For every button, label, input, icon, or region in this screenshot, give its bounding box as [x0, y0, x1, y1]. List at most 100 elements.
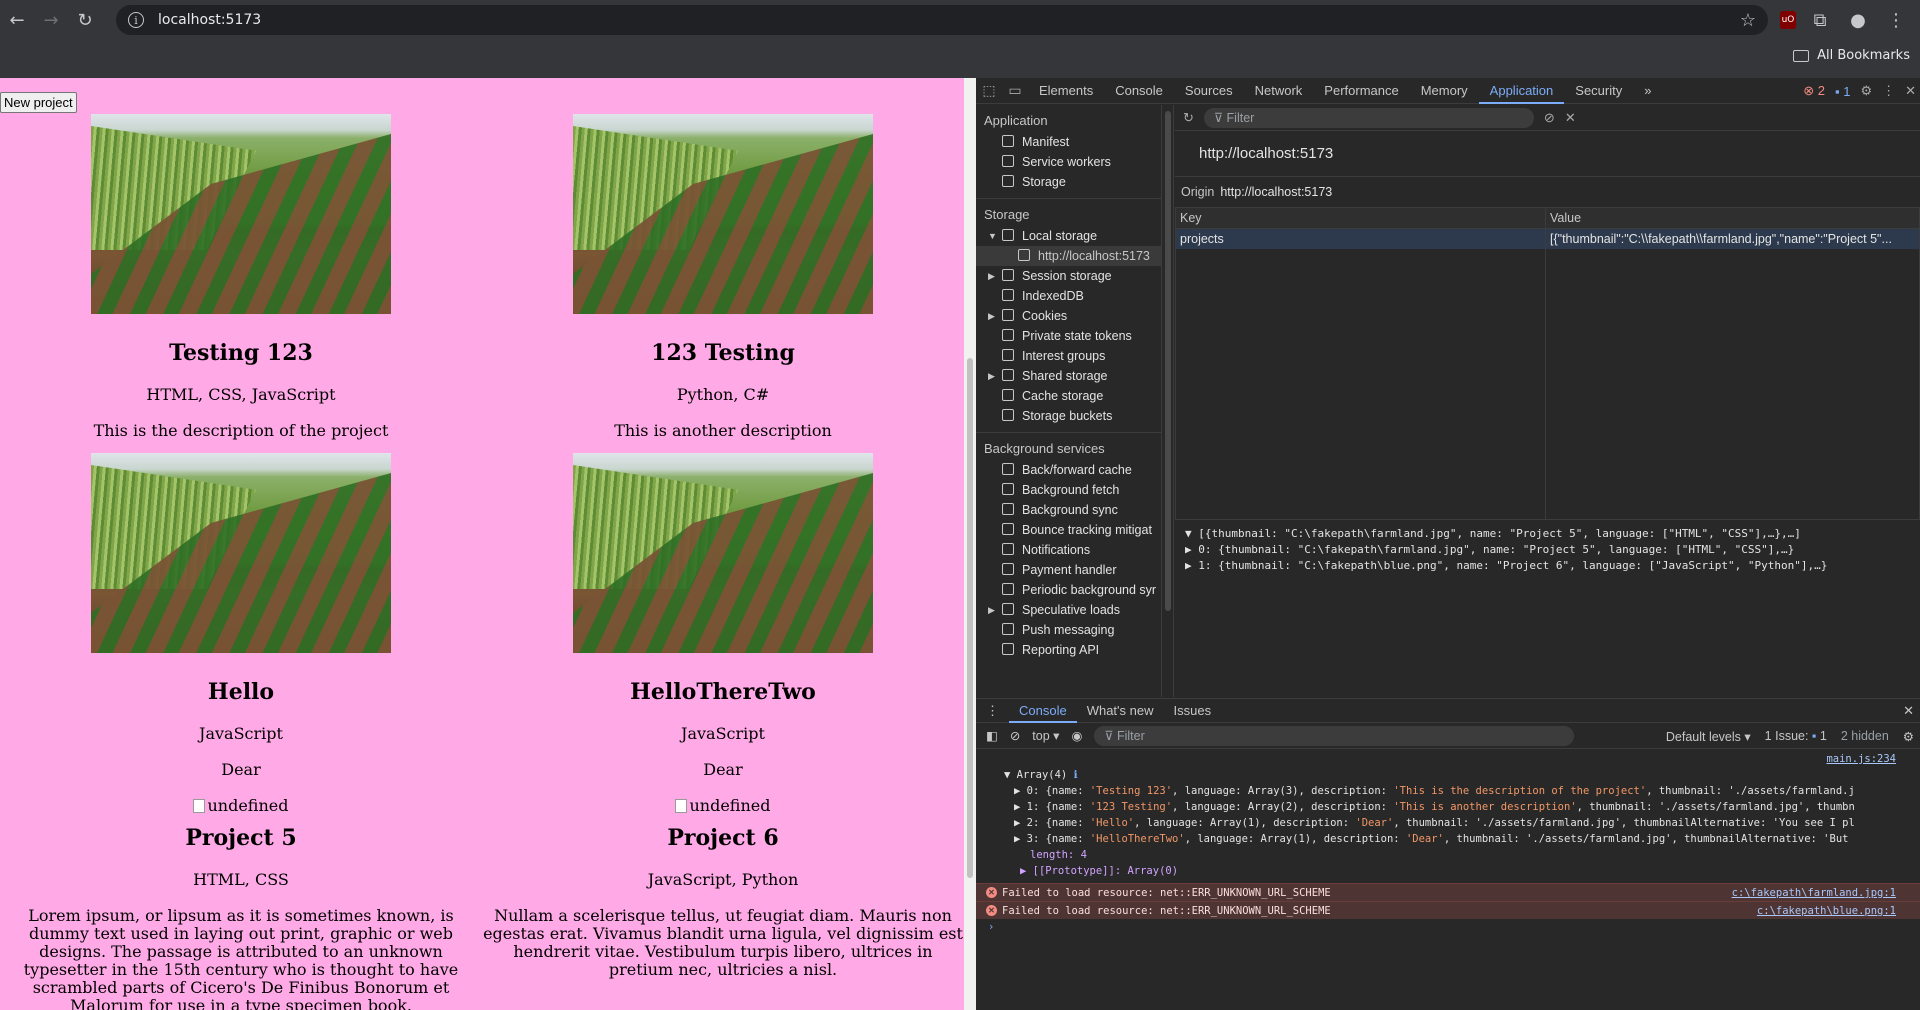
drawer-tab-console[interactable]: Console [1009, 699, 1077, 723]
table-row[interactable]: projects [{"thumbnail":"C:\\fakepath\\fa… [1175, 228, 1920, 249]
error-source-link[interactable]: c:\fakepath\farmland.jpg:1 [1732, 884, 1896, 902]
sidebar-item-private-state-tokens[interactable]: Private state tokens [976, 326, 1161, 346]
inspect-element-icon[interactable]: ⬚ [976, 82, 1002, 99]
forward-arrow-icon[interactable]: → [34, 3, 68, 37]
tab-memory[interactable]: Memory [1410, 78, 1479, 104]
sidebar-item-label: Shared storage [1022, 369, 1108, 383]
array-entry[interactable]: ▶ 1: {name: '123 Testing', language: Arr… [976, 799, 1920, 815]
address-bar[interactable]: i localhost:5173 ☆ [116, 5, 1768, 35]
sidebar-item-storage[interactable]: Storage [976, 172, 1161, 192]
database-icon [1002, 175, 1014, 187]
reload-icon[interactable]: ↻ [68, 3, 102, 37]
sidebar-item-cache-storage[interactable]: Cache storage [976, 386, 1161, 406]
drawer-tab-whats-new[interactable]: What's new [1077, 699, 1164, 723]
console-settings-gear-icon[interactable]: ⚙ [1903, 729, 1914, 744]
collapsed-arrow-icon[interactable]: ▶ [988, 366, 995, 386]
storage-filter-input[interactable]: ⊽ Filter [1203, 107, 1534, 128]
entry-prefix: ▶ 2: {name: [1014, 817, 1090, 829]
collapsed-arrow-icon[interactable]: ▶ [988, 306, 995, 326]
tab-performance[interactable]: Performance [1313, 78, 1409, 104]
live-expression-eye-icon[interactable]: ◉ [1071, 728, 1082, 743]
sidebar-item-manifest[interactable]: Manifest [976, 132, 1161, 152]
preview-line[interactable]: ▶ 0: {thumbnail: "C:\fakepath\farmland.j… [1185, 542, 1910, 558]
drawer-menu-icon[interactable]: ⋮ [976, 699, 1009, 723]
error-count-badge[interactable]: ⊗ 2 [1803, 83, 1825, 99]
sidebar-vscroll-thumb[interactable] [1165, 111, 1171, 611]
source-link[interactable]: main.js:234 [1826, 751, 1896, 767]
scrollbar-thumb[interactable] [967, 358, 973, 878]
close-devtools-icon[interactable]: ✕ [1905, 83, 1916, 99]
extensions-puzzle-icon[interactable]: ⧉ [1806, 10, 1834, 31]
sidebar-item-bounce-tracking[interactable]: Bounce tracking mitigat [976, 520, 1161, 540]
value-column-header[interactable]: Value [1545, 207, 1920, 229]
page-scrollbar[interactable] [964, 78, 976, 1010]
project-thumbnail [91, 453, 391, 653]
sidebar-item-background-fetch[interactable]: Background fetch [976, 480, 1161, 500]
issues-counter[interactable]: 1 Issue: ▪ 1 [1765, 729, 1827, 743]
close-drawer-icon[interactable]: ✕ [1903, 703, 1914, 719]
tab-security[interactable]: Security [1564, 78, 1633, 104]
back-arrow-icon[interactable]: ← [0, 3, 34, 37]
log-levels-label: Default levels [1665, 729, 1741, 744]
refresh-icon[interactable]: ↻ [1183, 110, 1194, 126]
log-levels-select[interactable]: Default levels ▾ [1666, 729, 1751, 744]
sidebar-item-notifications[interactable]: Notifications [976, 540, 1161, 560]
new-project-button[interactable]: New project [0, 92, 77, 113]
delete-selected-icon[interactable]: ✕ [1565, 110, 1576, 126]
tab-elements[interactable]: Elements [1028, 78, 1104, 104]
entry-prefix: ▶ 3: {name: [1014, 833, 1090, 845]
sidebar-item-push-messaging[interactable]: Push messaging [976, 620, 1161, 640]
all-bookmarks-button[interactable]: All Bookmarks [1793, 48, 1910, 63]
sidebar-item-interest-groups[interactable]: Interest groups [976, 346, 1161, 366]
sidebar-toggle-icon[interactable]: ◧ [986, 728, 998, 743]
more-tabs-icon[interactable]: » [1633, 78, 1662, 104]
clear-all-icon[interactable]: ⊘ [1544, 110, 1555, 126]
profile-avatar-icon[interactable]: ● [1844, 10, 1872, 31]
info-count-badge[interactable]: ▪ 1 [1835, 84, 1850, 99]
bookmark-star-icon[interactable]: ☆ [1740, 10, 1756, 31]
tab-network[interactable]: Network [1244, 78, 1314, 104]
sidebar-vscroll[interactable] [1162, 105, 1174, 697]
menu-kebab-icon[interactable]: ⋮ [1882, 10, 1910, 31]
drawer-tab-issues[interactable]: Issues [1164, 699, 1222, 723]
preview-line[interactable]: ▶ 1: {thumbnail: "C:\fakepath\blue.png",… [1185, 558, 1910, 574]
sidebar-item-local-storage[interactable]: ▼ Local storage [976, 226, 1161, 246]
tab-application[interactable]: Application [1478, 78, 1565, 104]
array-header-line[interactable]: ▼ Array(4) ℹ [976, 767, 1920, 783]
sidebar-item-speculative-loads[interactable]: ▶ Speculative loads [976, 600, 1161, 620]
console-filter-input[interactable]: ⊽ Filter [1094, 725, 1575, 746]
console-prompt[interactable]: › [976, 919, 1920, 935]
sidebar-item-background-sync[interactable]: Background sync [976, 500, 1161, 520]
devtools-menu-icon[interactable]: ⋮ [1882, 83, 1895, 99]
sidebar-item-shared-storage[interactable]: ▶ Shared storage [976, 366, 1161, 386]
prototype-line[interactable]: ▶ [[Prototype]]: Array(0) [976, 863, 1920, 879]
sidebar-item-periodic-sync[interactable]: Periodic background syr [976, 580, 1161, 600]
sidebar-item-session-storage[interactable]: ▶ Session storage [976, 266, 1161, 286]
sidebar-item-localhost[interactable]: http://localhost:5173 [976, 246, 1161, 266]
sidebar-item-storage-buckets[interactable]: Storage buckets [976, 406, 1161, 426]
collapsed-arrow-icon[interactable]: ▶ [988, 266, 995, 286]
tab-console[interactable]: Console [1104, 78, 1174, 104]
sidebar-item-payment-handler[interactable]: Payment handler [976, 560, 1161, 580]
sidebar-item-cookies[interactable]: ▶ Cookies [976, 306, 1161, 326]
site-info-icon[interactable]: i [128, 12, 144, 28]
clear-console-icon[interactable]: ⊘ [1010, 728, 1020, 743]
sidebar-item-indexeddb[interactable]: IndexedDB [976, 286, 1161, 306]
error-source-link[interactable]: c:\fakepath\blue.png:1 [1757, 902, 1896, 920]
sidebar-item-service-workers[interactable]: Service workers [976, 152, 1161, 172]
sidebar-item-bfcache[interactable]: Back/forward cache [976, 460, 1161, 480]
key-column-header[interactable]: Key [1175, 207, 1546, 229]
sidebar-item-reporting-api[interactable]: Reporting API [976, 640, 1161, 660]
tab-sources[interactable]: Sources [1174, 78, 1244, 104]
preview-line[interactable]: ▼ [{thumbnail: "C:\fakepath\farmland.jpg… [1185, 526, 1910, 542]
array-entry[interactable]: ▶ 0: {name: 'Testing 123', language: Arr… [976, 783, 1920, 799]
project-card: Hello JavaScript Dear undefined [0, 453, 482, 835]
settings-gear-icon[interactable]: ⚙ [1860, 83, 1872, 99]
array-entry[interactable]: ▶ 3: {name: 'HelloThereTwo', language: A… [976, 831, 1920, 847]
array-entry[interactable]: ▶ 2: {name: 'Hello', language: Array(1),… [976, 815, 1920, 831]
device-toolbar-icon[interactable]: ▭ [1002, 82, 1028, 99]
expanded-arrow-icon[interactable]: ▼ [988, 226, 997, 246]
collapsed-arrow-icon[interactable]: ▶ [988, 600, 995, 620]
context-select[interactable]: top ▾ [1032, 728, 1059, 743]
ublock-extension-icon[interactable]: uO [1780, 11, 1796, 29]
